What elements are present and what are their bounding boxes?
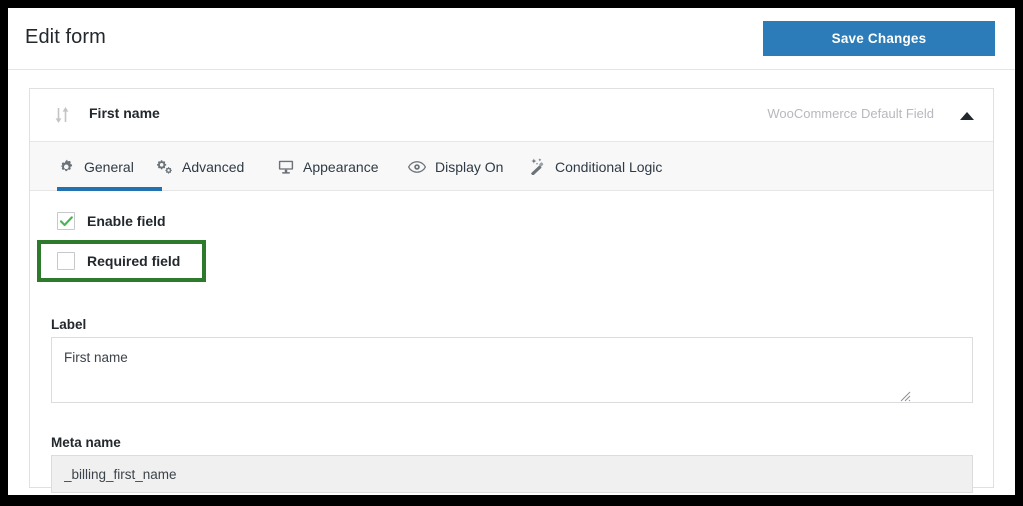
meta-name-caption: Meta name: [51, 435, 121, 450]
field-origin-label: WooCommerce Default Field: [767, 106, 934, 121]
tab-display-on[interactable]: Display On: [406, 142, 520, 191]
field-editor-card: First name WooCommerce Default Field Gen…: [29, 88, 994, 493]
triangle-up-icon[interactable]: [959, 109, 975, 123]
magic-wand-icon: [528, 158, 546, 175]
sort-updown-icon[interactable]: [52, 105, 72, 125]
meta-name-input[interactable]: [51, 455, 973, 493]
field-general-panel: Enable field Required field Label Meta: [30, 191, 993, 493]
save-changes-button[interactable]: Save Changes: [763, 21, 995, 56]
tab-conditional-logic[interactable]: Conditional Logic: [526, 142, 692, 191]
check-icon: [59, 215, 73, 226]
monitor-icon: [278, 159, 294, 175]
tab-general[interactable]: General: [57, 142, 162, 191]
tab-label: General: [84, 158, 134, 175]
required-field-checkbox[interactable]: [57, 252, 75, 270]
enable-field-label: Enable field: [87, 213, 166, 229]
tab-advanced[interactable]: Advanced: [154, 142, 267, 191]
gear-icon: [59, 159, 75, 175]
label-input[interactable]: [51, 337, 973, 403]
required-field-checkbox-row[interactable]: Required field: [57, 252, 180, 270]
enable-field-checkbox[interactable]: [57, 212, 75, 230]
field-title: First name: [89, 105, 160, 121]
tab-label: Advanced: [182, 158, 245, 175]
field-header: First name WooCommerce Default Field: [30, 89, 993, 142]
page-header: Edit form Save Changes: [8, 8, 1015, 70]
eye-icon: [408, 160, 426, 174]
page-title: Edit form: [25, 26, 106, 48]
gears-icon: [156, 159, 173, 175]
tab-appearance[interactable]: Appearance: [276, 142, 402, 191]
tab-label: Conditional Logic: [555, 158, 663, 175]
app-window: Edit form Save Changes First name WooCom…: [8, 8, 1015, 495]
tab-label: Appearance: [303, 158, 379, 175]
label-caption: Label: [51, 317, 87, 332]
required-field-label: Required field: [87, 253, 181, 269]
enable-field-checkbox-row[interactable]: Enable field: [57, 212, 166, 230]
tab-label: Display On: [435, 158, 504, 175]
field-tab-bar: General Advanced Appearance Display On C…: [30, 142, 993, 191]
